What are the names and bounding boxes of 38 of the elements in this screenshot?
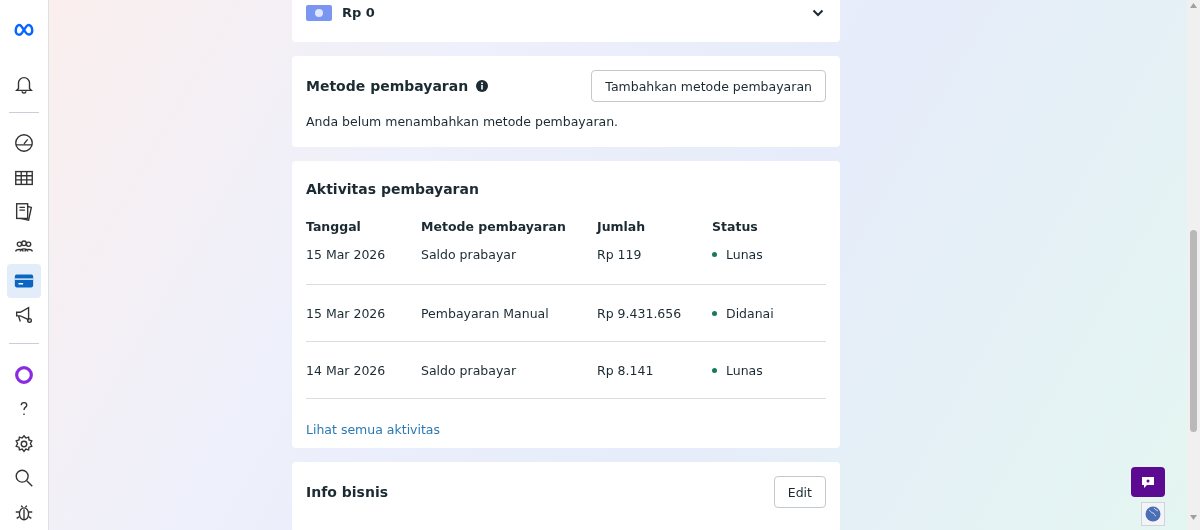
table-cell-text: Saldo prabayar [421, 247, 518, 262]
column-header: Status [712, 219, 759, 235]
column-header: Metode pembayaran [421, 219, 567, 235]
table-cell-text: 14 Mar 2026 [306, 362, 387, 378]
table-cell-text: Rp 8.141 [597, 362, 655, 378]
edit-button[interactable]: Edit [773, 476, 826, 508]
settings-icon[interactable] [13, 432, 35, 455]
chat-button[interactable] [1131, 467, 1165, 497]
globe-icon[interactable] [1141, 502, 1165, 526]
wallet-icon [306, 4, 332, 21]
info-icon[interactable] [476, 80, 489, 92]
chat-icon[interactable] [1141, 475, 1155, 489]
view-all-link[interactable]: Lihat semua aktivitas [306, 422, 441, 437]
scrollbar-thumb[interactable] [1190, 230, 1197, 432]
column-header: Jumlah [597, 219, 647, 235]
gauge-icon[interactable] [13, 132, 35, 155]
table-cell-text: Rp 9.431.656 [597, 305, 683, 321]
table-cell-text: Rp 119 [597, 247, 643, 262]
status-text: Lunas [726, 247, 763, 262]
status-dot [712, 252, 717, 257]
add-payment-method-button[interactable]: Tambahkan metode pembayaran [591, 70, 826, 102]
status-dot [712, 367, 717, 373]
documents-icon[interactable] [13, 201, 35, 224]
column-header: Tanggal [306, 219, 362, 235]
chevron-icon[interactable] [812, 8, 824, 17]
status-text: Lunas [726, 362, 763, 378]
status-text: Didanai [726, 305, 774, 321]
section-title: Aktivitas pembayaran [306, 181, 480, 199]
status-dot [712, 310, 717, 316]
balance-amount: Rp 0 [342, 5, 375, 20]
table-cell-text: 15 Mar 2026 [306, 247, 387, 262]
section-title: Info bisnis [306, 484, 388, 500]
empty-message: Anda belum menambahkan metode pembayaran. [306, 114, 620, 129]
table-cell-text: Pembayaran Manual [421, 305, 550, 321]
ring-icon[interactable] [13, 363, 35, 386]
table-cell-text: Saldo prabayar [421, 362, 518, 378]
table-cell-text: 15 Mar 2026 [306, 305, 387, 321]
section-title: Metode pembayaran [306, 78, 469, 94]
